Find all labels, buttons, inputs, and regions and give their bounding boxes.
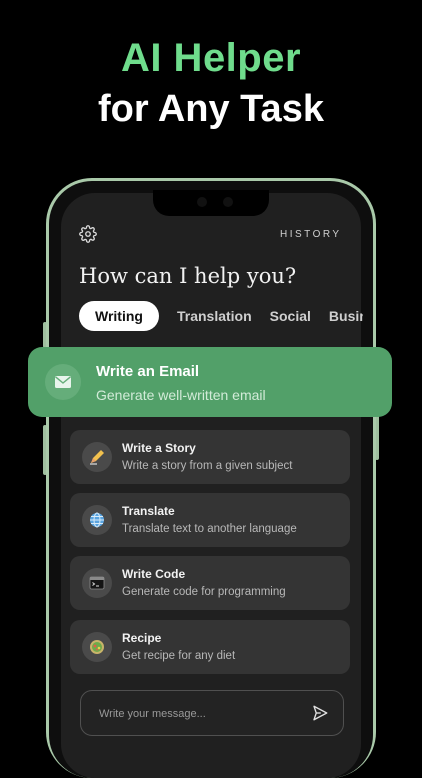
card-translate[interactable]: Translate Translate text to another lang… <box>70 493 350 547</box>
featured-card-subtitle: Generate well-written email <box>96 387 266 403</box>
pencil-icon <box>82 442 112 472</box>
tab-business[interactable]: Business <box>329 301 363 331</box>
salad-icon <box>82 632 112 662</box>
send-icon[interactable] <box>311 704 329 722</box>
headline-title: AI Helper <box>120 36 302 80</box>
camera-dot <box>197 197 207 207</box>
message-composer <box>80 690 344 737</box>
gear-icon[interactable] <box>79 225 97 243</box>
card-title: Recipe <box>122 631 162 645</box>
sensor-dot <box>223 197 233 207</box>
card-subtitle: Get recipe for any diet <box>122 650 236 662</box>
page-title: How can I help you? <box>79 264 297 288</box>
tab-social[interactable]: Social <box>270 301 311 331</box>
card-subtitle: Generate code for programming <box>122 586 286 598</box>
terminal-icon <box>82 568 112 598</box>
globe-icon <box>82 505 112 535</box>
tab-writing[interactable]: Writing <box>79 301 159 331</box>
message-input[interactable] <box>97 691 301 737</box>
card-write-story[interactable]: Write a Story Write a story from a given… <box>70 430 350 484</box>
card-title: Write a Story <box>122 441 196 455</box>
card-subtitle: Write a story from a given subject <box>122 460 293 472</box>
card-write-code[interactable]: Write Code Generate code for programming <box>70 556 350 610</box>
category-tabs: Writing Translation Social Business <box>79 301 363 333</box>
headline-subtitle: for Any Task <box>98 88 324 130</box>
card-subtitle: Translate text to another language <box>122 523 297 535</box>
phone-notch <box>153 190 269 216</box>
card-recipe[interactable]: Recipe Get recipe for any diet <box>70 620 350 674</box>
envelope-icon <box>45 364 81 400</box>
card-title: Write Code <box>122 567 186 581</box>
tab-translation[interactable]: Translation <box>177 301 252 331</box>
featured-card-title: Write an Email <box>96 363 200 380</box>
featured-card-write-email[interactable]: Write an Email Generate well-written ema… <box>28 347 392 417</box>
card-title: Translate <box>122 504 175 518</box>
history-button[interactable]: HISTORY <box>280 229 342 240</box>
